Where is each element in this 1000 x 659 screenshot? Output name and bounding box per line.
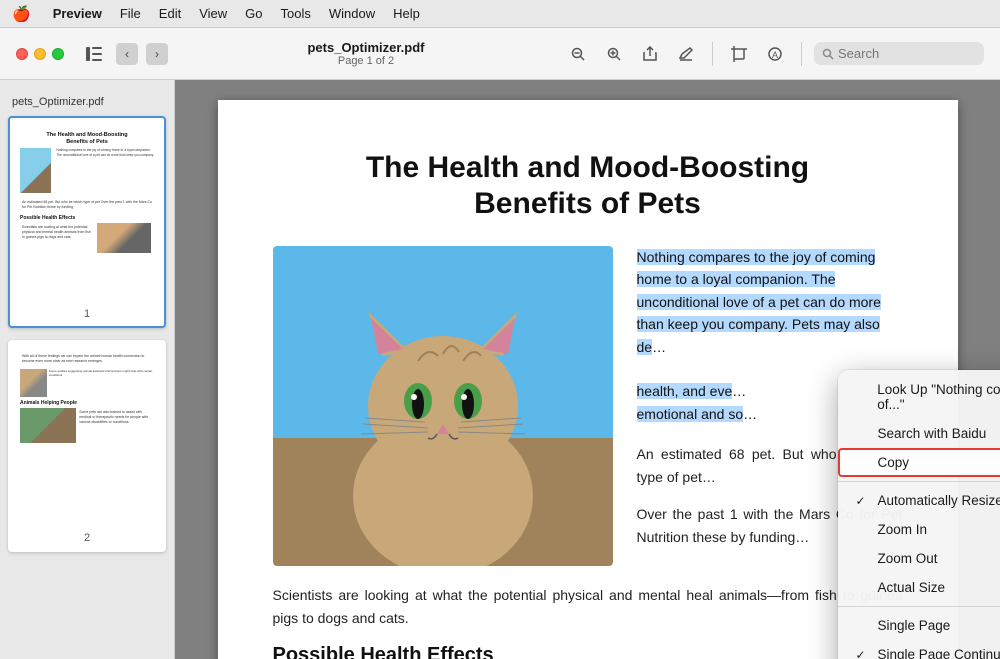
- highlighted-text: Nothing compares to the joy of coming ho…: [637, 249, 881, 355]
- ctx-zoom-out[interactable]: Zoom Out: [838, 544, 1000, 573]
- menu-tools[interactable]: Tools: [281, 6, 311, 21]
- back-nav-button[interactable]: ‹: [116, 43, 138, 65]
- ctx-separator-2: [838, 606, 1000, 607]
- context-menu: Look Up "Nothing compares to the joy of.…: [838, 370, 1000, 659]
- toolbar-right: A: [564, 40, 984, 68]
- zoom-in-button[interactable]: [600, 40, 628, 68]
- svg-text:A: A: [772, 50, 778, 60]
- sidebar-toggle-button[interactable]: [80, 40, 108, 68]
- pdf-body: Nothing compares to the joy of coming ho…: [273, 246, 903, 566]
- thumbnail-number-2: 2: [16, 532, 158, 544]
- pdf-paragraph3: Scientists are looking at what the poten…: [273, 584, 903, 630]
- menu-file[interactable]: File: [120, 6, 141, 21]
- search-input[interactable]: [838, 46, 958, 61]
- forward-nav-button[interactable]: ›: [146, 43, 168, 65]
- zoom-out-button[interactable]: [564, 40, 592, 68]
- thumbnail-content-1: The Health and Mood-BoostingBenefits of …: [16, 124, 158, 304]
- toolbar: ‹ › pets_Optimizer.pdf Page 1 of 2: [0, 28, 1000, 80]
- menu-edit[interactable]: Edit: [159, 6, 181, 21]
- page-info: Page 1 of 2: [338, 55, 394, 67]
- menu-help[interactable]: Help: [393, 6, 420, 21]
- toolbar-divider: [712, 42, 713, 66]
- thumbnail-number-1: 1: [16, 308, 158, 320]
- document-filename: pets_Optimizer.pdf: [307, 40, 424, 55]
- traffic-lights: [16, 48, 64, 60]
- apple-menu[interactable]: 🍎: [12, 5, 31, 23]
- search-box[interactable]: [814, 42, 984, 65]
- main-layout: pets_Optimizer.pdf The Health and Mood-B…: [0, 80, 1000, 659]
- share-button[interactable]: [636, 40, 664, 68]
- pdf-subtitle: Possible Health Effects: [273, 644, 903, 659]
- cat-image: [273, 246, 613, 566]
- ctx-single-page-continuous[interactable]: ✓ Single Page Continuous: [838, 640, 1000, 659]
- ctx-separator-1: [838, 481, 1000, 482]
- ctx-single-page[interactable]: Single Page: [838, 611, 1000, 640]
- ctx-zoom-in[interactable]: Zoom In: [838, 515, 1000, 544]
- pdf-page: The Health and Mood-BoostingBenefits of …: [218, 100, 958, 659]
- ctx-search-baidu[interactable]: Search with Baidu: [838, 419, 1000, 448]
- menu-bar: 🍎 Preview File Edit View Go Tools Window…: [0, 0, 1000, 28]
- content-area: The Health and Mood-BoostingBenefits of …: [175, 80, 1000, 659]
- fullscreen-button[interactable]: [52, 48, 64, 60]
- thumbnail-content-2: With all of these findings we can expect…: [16, 348, 158, 528]
- ctx-copy[interactable]: Copy: [838, 448, 1000, 477]
- sidebar: pets_Optimizer.pdf The Health and Mood-B…: [0, 80, 175, 659]
- menu-view[interactable]: View: [199, 6, 227, 21]
- ctx-lookup[interactable]: Look Up "Nothing compares to the joy of.…: [838, 375, 1000, 419]
- markup-button[interactable]: [672, 40, 700, 68]
- thumbnail-page-1[interactable]: The Health and Mood-BoostingBenefits of …: [8, 116, 166, 328]
- crop-button[interactable]: [725, 40, 753, 68]
- thumbnail-page-2[interactable]: With all of these findings we can expect…: [8, 340, 166, 552]
- toolbar-left: ‹ ›: [16, 40, 168, 68]
- toolbar-divider2: [801, 42, 802, 66]
- search-icon: [822, 48, 834, 60]
- menu-go[interactable]: Go: [245, 6, 262, 21]
- annotations-button[interactable]: A: [761, 40, 789, 68]
- menu-preview[interactable]: Preview: [53, 6, 102, 21]
- ctx-actual-size[interactable]: Actual Size: [838, 573, 1000, 602]
- minimize-button[interactable]: [34, 48, 46, 60]
- menu-window[interactable]: Window: [329, 6, 375, 21]
- sidebar-filename: pets_Optimizer.pdf: [8, 92, 166, 116]
- pdf-title: The Health and Mood-BoostingBenefits of …: [273, 150, 903, 222]
- toolbar-center: pets_Optimizer.pdf Page 1 of 2: [178, 40, 554, 67]
- close-button[interactable]: [16, 48, 28, 60]
- ctx-auto-resize[interactable]: ✓ Automatically Resize: [838, 486, 1000, 515]
